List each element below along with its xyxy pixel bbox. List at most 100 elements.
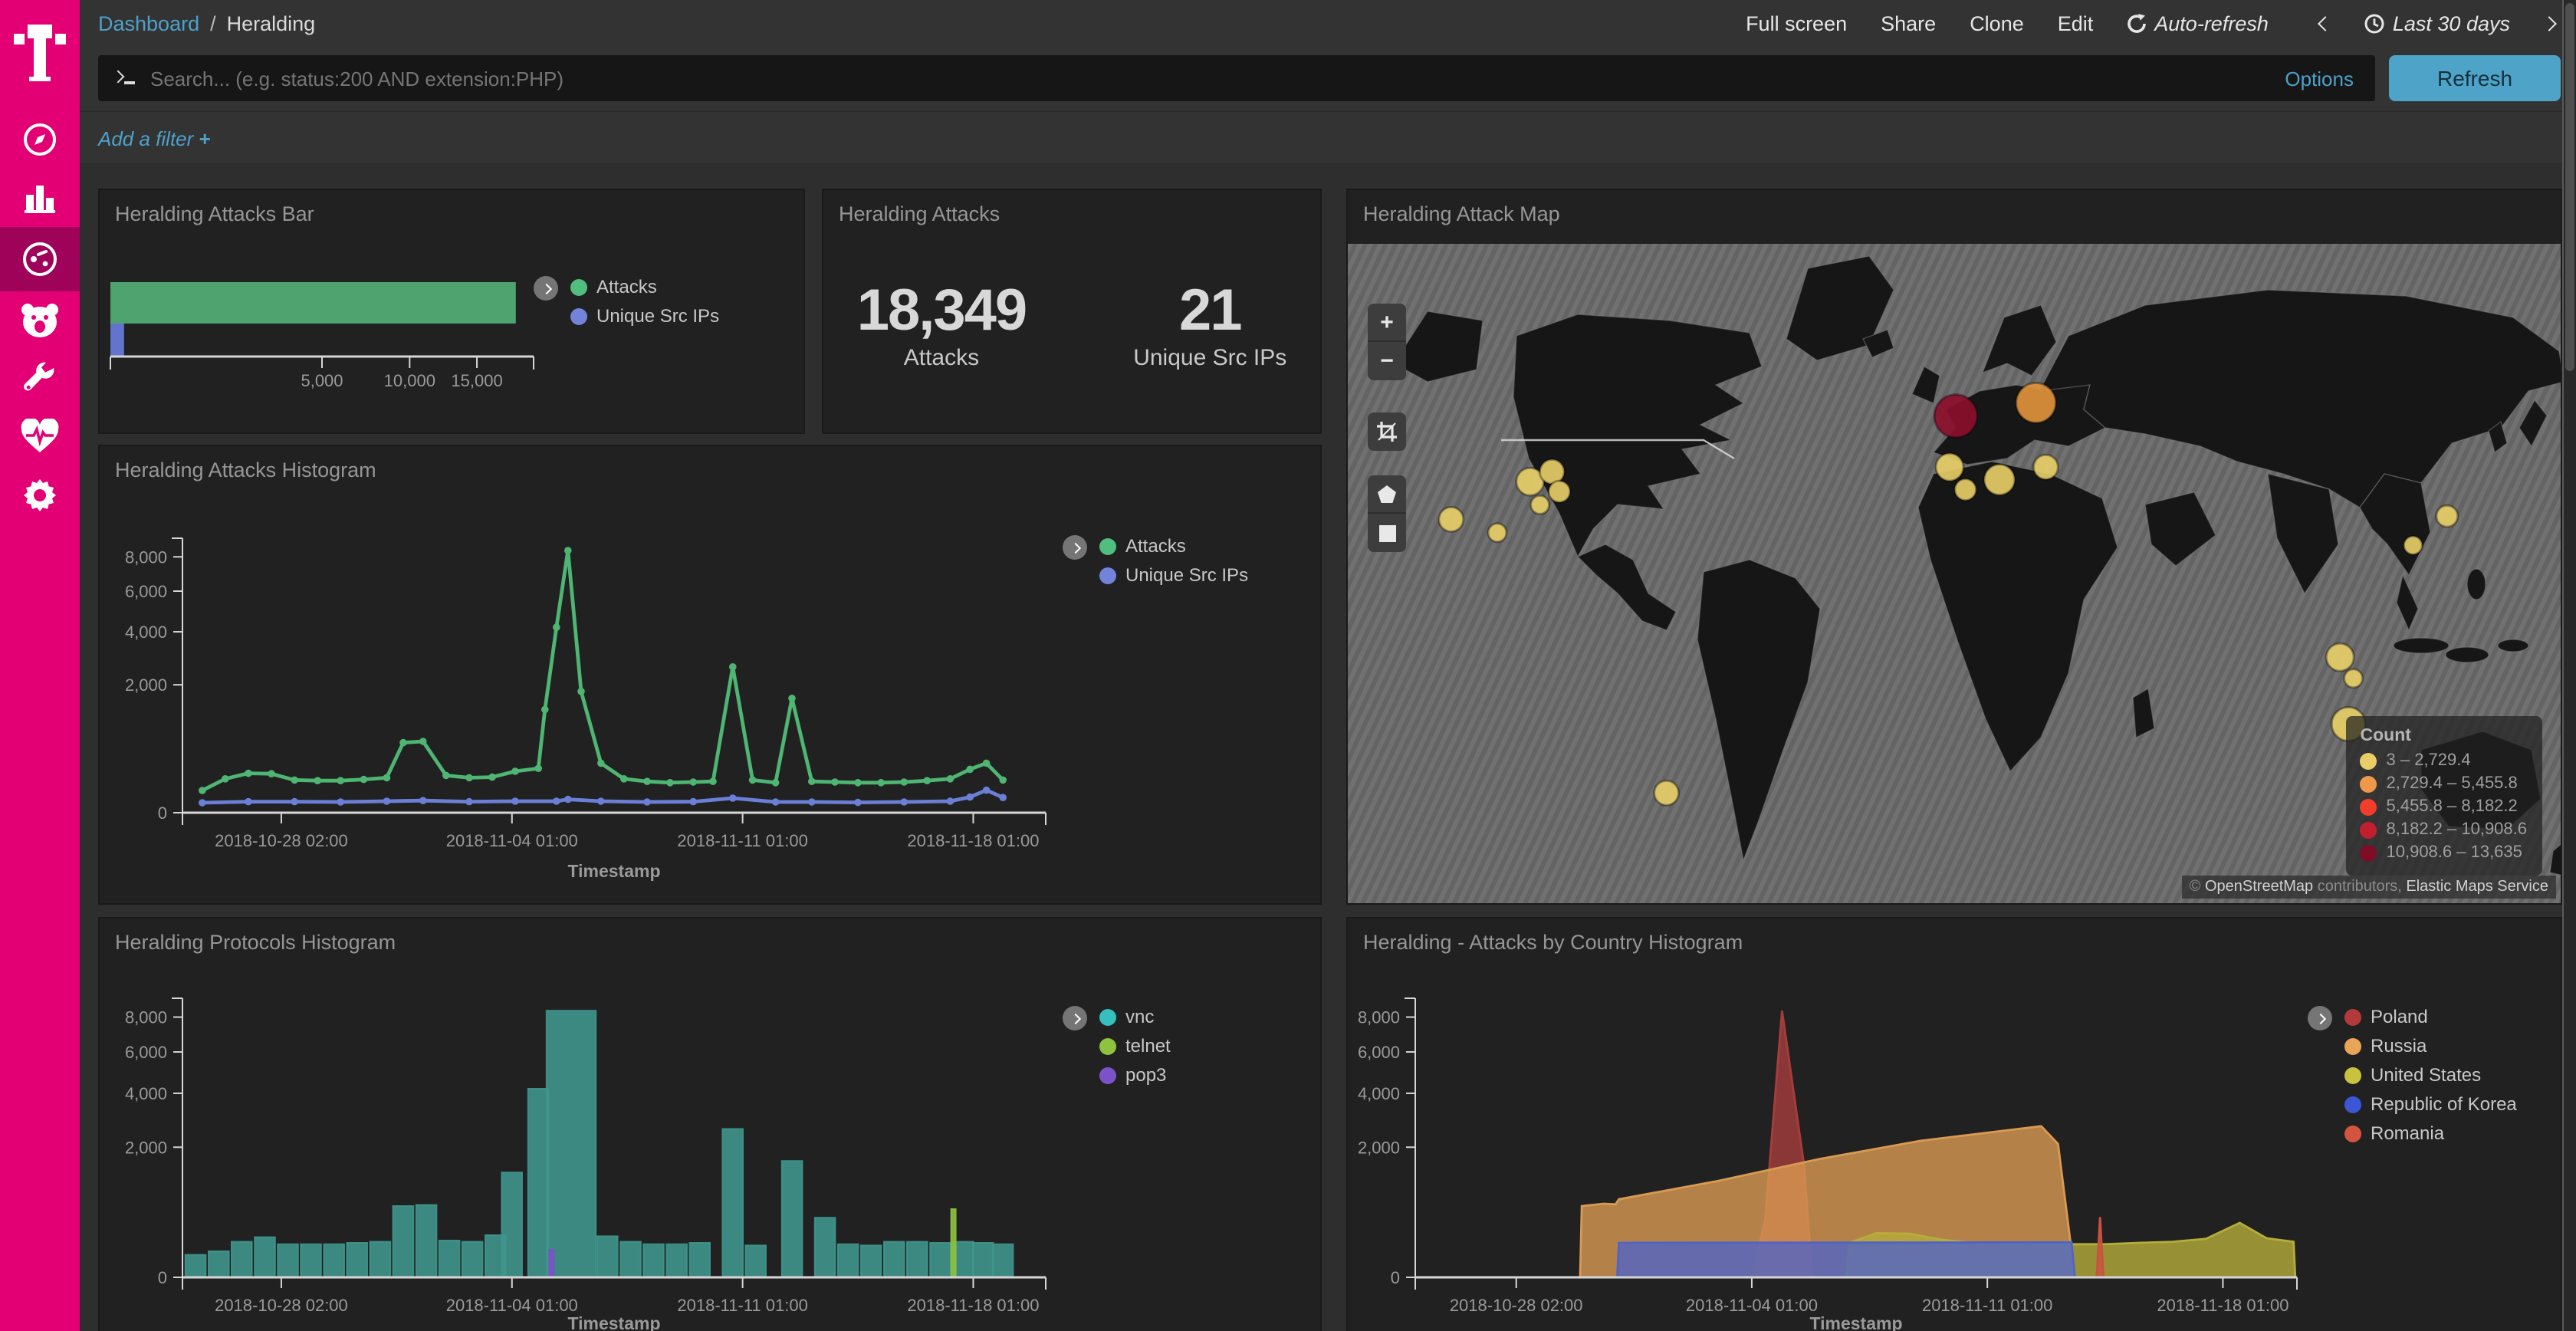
- svg-text:Timestamp: Timestamp: [1809, 1313, 1902, 1331]
- sidebar-item-dev-tools[interactable]: [0, 350, 80, 408]
- legend-item[interactable]: vnc: [1099, 1006, 1171, 1027]
- map-marker[interactable]: [1531, 495, 1549, 514]
- search-input[interactable]: [147, 65, 2285, 91]
- map-marker[interactable]: [2016, 383, 2056, 422]
- legend-label[interactable]: telnet: [1125, 1035, 1171, 1057]
- map-legend-item: 2,729.4 – 5,455.8: [2361, 774, 2528, 793]
- legend-item[interactable]: Attacks: [570, 276, 719, 297]
- map-marker[interactable]: [2326, 643, 2354, 671]
- share-button[interactable]: Share: [1881, 12, 1936, 35]
- sidebar-item-visualize[interactable]: [0, 169, 80, 227]
- legend: Attacks Unique Src IPs: [1063, 535, 1248, 593]
- sidebar-item-discover[interactable]: [0, 110, 80, 169]
- options-link[interactable]: Options: [2285, 67, 2354, 90]
- svg-text:2,000: 2,000: [125, 675, 167, 695]
- auto-refresh-button[interactable]: Auto-refresh: [2127, 12, 2269, 35]
- world-map[interactable]: + − Count 3 – 2,729.42,729.4 – 5,455.85,…: [1348, 244, 2561, 903]
- legend-item[interactable]: Russia: [2344, 1035, 2517, 1057]
- map-marker[interactable]: [2033, 455, 2058, 479]
- legend-label[interactable]: Russia: [2371, 1035, 2426, 1057]
- legend-item[interactable]: telnet: [1099, 1035, 1171, 1057]
- ems-link[interactable]: Elastic Maps Service: [2406, 879, 2548, 896]
- time-range-button[interactable]: Last 30 days: [2365, 12, 2510, 35]
- legend-item[interactable]: United States: [2344, 1064, 2517, 1086]
- add-filter-link[interactable]: Add a filter +: [98, 127, 211, 150]
- svg-text:0: 0: [1391, 1268, 1400, 1287]
- map-marker[interactable]: [1439, 507, 1464, 531]
- legend-label[interactable]: Attacks: [1125, 535, 1186, 557]
- legend-label[interactable]: vnc: [1125, 1006, 1154, 1027]
- map-marker[interactable]: [1934, 395, 1977, 438]
- legend-label[interactable]: pop3: [1125, 1064, 1166, 1086]
- legend-label[interactable]: United States: [2371, 1064, 2481, 1086]
- map-marker[interactable]: [2344, 669, 2363, 688]
- sidebar-item-management[interactable]: [0, 466, 80, 524]
- time-next-button[interactable]: [2544, 18, 2555, 28]
- scrollbar-thumb[interactable]: [2565, 3, 2574, 371]
- edit-button[interactable]: Edit: [2058, 12, 2094, 35]
- dashboard-grid: Heralding Attacks Bar 5,00010,00015,000 …: [80, 163, 2576, 1331]
- svg-text:6,000: 6,000: [1358, 1043, 1400, 1062]
- sidebar-item-honeypot[interactable]: [0, 291, 80, 350]
- legend-collapse-icon[interactable]: [2308, 1006, 2332, 1030]
- legend-item[interactable]: Attacks: [1099, 535, 1248, 557]
- legend-dot: [1099, 1066, 1116, 1083]
- sidebar-item-dashboard[interactable]: [0, 227, 80, 291]
- svg-text:2018-11-04 01:00: 2018-11-04 01:00: [446, 1296, 578, 1315]
- map-marker[interactable]: [2404, 536, 2422, 554]
- legend-label[interactable]: Attacks: [596, 276, 657, 297]
- legend-item[interactable]: Romania: [2344, 1122, 2517, 1144]
- map-marker[interactable]: [1488, 524, 1506, 542]
- map-marker[interactable]: [1955, 479, 1976, 501]
- svg-text:Timestamp: Timestamp: [567, 1313, 660, 1331]
- panel-title[interactable]: Heralding - Attacks by Country Histogram: [1348, 919, 2561, 954]
- map-marker[interactable]: [1654, 781, 1679, 805]
- legend: Poland Russia United States Republic of Kor…: [2308, 1006, 2517, 1152]
- legend-dot: [2361, 798, 2377, 815]
- panel-title[interactable]: Heralding Protocols Histogram: [100, 919, 1320, 954]
- map-marker[interactable]: [2436, 505, 2458, 527]
- legend-label[interactable]: Unique Src IPs: [1125, 564, 1248, 586]
- map-marker[interactable]: [1984, 465, 2015, 495]
- legend-label[interactable]: Romania: [2371, 1122, 2444, 1144]
- draw-rectangle-button[interactable]: [1368, 514, 1406, 552]
- legend-item[interactable]: Poland: [2344, 1006, 2517, 1027]
- legend-label[interactable]: Unique Src IPs: [596, 305, 719, 327]
- legend-label[interactable]: Republic of Korea: [2371, 1093, 2517, 1115]
- wrench-icon: [21, 360, 58, 397]
- plus-icon: +: [199, 127, 211, 150]
- svg-text:2018-11-11 01:00: 2018-11-11 01:00: [677, 831, 807, 850]
- legend-item[interactable]: pop3: [1099, 1064, 1171, 1086]
- fit-bounds-button[interactable]: [1368, 412, 1406, 451]
- scrollbar[interactable]: [2562, 0, 2576, 1331]
- map-zoom-controls: + −: [1368, 304, 1406, 380]
- metric-label: Unique Src IPs: [1133, 345, 1286, 371]
- t-mobile-logo-icon[interactable]: [0, 0, 80, 110]
- zoom-in-button[interactable]: +: [1368, 304, 1406, 342]
- clone-button[interactable]: Clone: [1970, 12, 2024, 35]
- panel-title[interactable]: Heralding Attacks Histogram: [100, 446, 1320, 481]
- osm-link[interactable]: OpenStreetMap: [2205, 879, 2313, 896]
- svg-text:0: 0: [158, 1268, 167, 1287]
- sidebar-item-monitoring[interactable]: [0, 408, 80, 466]
- legend-collapse-icon[interactable]: [1063, 535, 1087, 560]
- legend-item[interactable]: Unique Src IPs: [570, 305, 719, 327]
- draw-polygon-button[interactable]: [1368, 475, 1406, 514]
- legend-item[interactable]: Republic of Korea: [2344, 1093, 2517, 1115]
- legend-label[interactable]: Poland: [2371, 1006, 2428, 1027]
- map-marker[interactable]: [1936, 453, 1963, 481]
- panel-title[interactable]: Heralding Attacks: [823, 190, 1320, 225]
- map-marker[interactable]: [1549, 481, 1570, 502]
- panel-title[interactable]: Heralding Attack Map: [1348, 190, 2561, 225]
- zoom-out-button[interactable]: −: [1368, 342, 1406, 380]
- refresh-button[interactable]: Refresh: [2389, 55, 2561, 101]
- legend-collapse-icon[interactable]: [534, 276, 558, 301]
- legend-collapse-icon[interactable]: [1063, 1006, 1087, 1030]
- legend-item[interactable]: Unique Src IPs: [1099, 564, 1248, 586]
- legend-dot: [570, 278, 587, 295]
- terminal-prompt-icon: [113, 71, 135, 85]
- breadcrumb-bar: Dashboard / Heralding Full screen Share …: [80, 0, 2576, 46]
- full-screen-button[interactable]: Full screen: [1746, 12, 1847, 35]
- time-prev-button[interactable]: [2302, 18, 2331, 28]
- breadcrumb-dashboard-link[interactable]: Dashboard: [98, 12, 199, 35]
